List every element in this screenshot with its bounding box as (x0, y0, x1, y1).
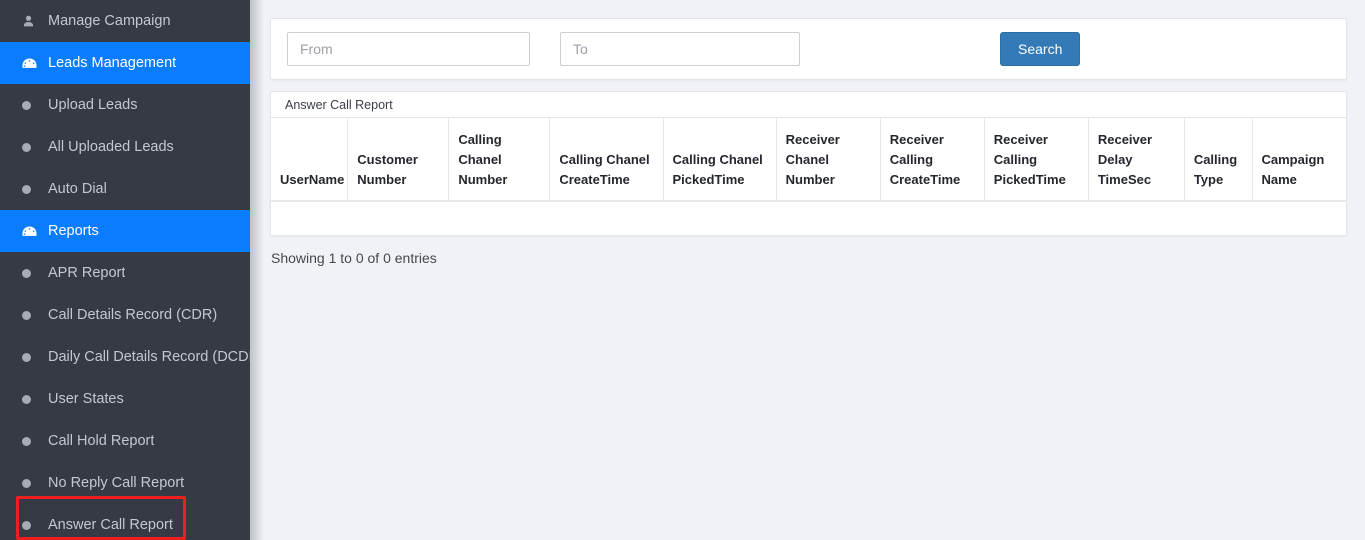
sidebar-item-auto-dial[interactable]: Auto Dial (0, 168, 250, 210)
dashboard-icon (22, 57, 48, 70)
sidebar-item-label: Manage Campaign (48, 13, 171, 29)
table-empty-cell (271, 201, 1346, 235)
search-filter-panel: Search (270, 18, 1347, 80)
entries-info: Showing 1 to 0 of 0 entries (271, 250, 437, 266)
sidebar-item-label: Call Hold Report (48, 433, 155, 449)
bullet-icon (22, 184, 48, 194)
column-header: UserName (271, 118, 349, 202)
column-header: Receiver Chanel Number (776, 118, 881, 202)
column-header: Calling Chanel Number (448, 118, 551, 202)
sidebar-item-no-reply-call-report[interactable]: No Reply Call Report (0, 462, 250, 504)
sidebar-item-label: Daily Call Details Record (DCDR) (48, 349, 250, 365)
column-header: Receiver Calling CreateTime (880, 118, 985, 202)
sidebar-item-label: User States (48, 391, 124, 407)
sidebar-item-label: Upload Leads (48, 97, 138, 113)
sidebar-item-user-states[interactable]: User States (0, 378, 250, 420)
bullet-icon (22, 100, 48, 110)
column-header: Calling Chanel CreateTime (549, 118, 664, 202)
column-header: Customer Number (347, 118, 450, 202)
bullet-icon (22, 142, 48, 152)
bullet-icon (22, 478, 48, 488)
answer-call-report-panel: Answer Call Report UserName Customer Numb… (270, 91, 1347, 236)
sidebar-item-label: Answer Call Report (48, 517, 173, 533)
to-date-input[interactable] (560, 32, 800, 66)
bullet-icon (22, 310, 48, 320)
sidebar-item-label: Auto Dial (48, 181, 107, 197)
person-icon (22, 15, 48, 28)
column-header: Calling Chanel PickedTime (663, 118, 777, 202)
sidebar-item-label: Leads Management (48, 55, 177, 71)
dashboard-icon (22, 225, 48, 238)
sidebar-item-call-details-record-cdr[interactable]: Call Details Record (CDR) (0, 294, 250, 336)
column-header: Calling Type (1184, 118, 1253, 202)
sidebar-item-label: No Reply Call Report (48, 475, 185, 491)
answer-call-report-table: UserName Customer Number Calling Chanel Nu… (271, 118, 1346, 235)
table-empty-row (271, 201, 1346, 235)
bullet-icon (22, 394, 48, 404)
sidebar-item-label: Call Details Record (CDR) (48, 307, 218, 323)
sidebar-item-call-hold-report[interactable]: Call Hold Report (0, 420, 250, 462)
sidebar-item-upload-leads[interactable]: Upload Leads (0, 84, 250, 126)
sidebar-item-label: APR Report (48, 265, 126, 281)
panel-title: Answer Call Report (271, 92, 1346, 118)
table-head: UserName Customer Number Calling Chanel Nu… (271, 118, 1346, 202)
sidebar-item-label: Reports (48, 223, 99, 239)
main-content: Search Answer Call Report UserNameCustom… (250, 0, 1365, 540)
bullet-icon (22, 268, 48, 278)
column-header: Receiver Calling PickedTime (984, 118, 1089, 202)
sidebar-item-answer-call-report[interactable]: Answer Call Report (0, 504, 250, 540)
bullet-icon (22, 436, 48, 446)
table-body (271, 201, 1346, 235)
sidebar-nav-list: Manage Campaign Leads Management Upload Le… (0, 0, 250, 540)
bullet-icon (22, 520, 48, 530)
bullet-icon (22, 352, 48, 362)
sidebar-item-all-uploaded-leads[interactable]: All Uploaded Leads (0, 126, 250, 168)
sidebar-item-apr-report[interactable]: APR Report (0, 252, 250, 294)
sidebar-item-reports[interactable]: Reports (0, 210, 250, 252)
column-header: Campaign Name (1252, 118, 1346, 202)
sidebar-item-leads-management[interactable]: Leads Management (0, 42, 250, 84)
search-button[interactable]: Search (1000, 32, 1081, 66)
sidebar-item-label: All Uploaded Leads (48, 139, 174, 155)
column-header: Receiver Delay TimeSec (1088, 118, 1185, 202)
sidebar: Manage Campaign Leads Management Upload Le… (0, 0, 250, 540)
table-header-row: UserName Customer Number Calling Chanel Nu… (271, 118, 1346, 202)
sidebar-item-daily-call-details-record-dcdr[interactable]: Daily Call Details Record (DCDR) (0, 336, 250, 378)
from-date-input[interactable] (287, 32, 530, 66)
sidebar-item-manage-campaign[interactable]: Manage Campaign (0, 0, 250, 42)
